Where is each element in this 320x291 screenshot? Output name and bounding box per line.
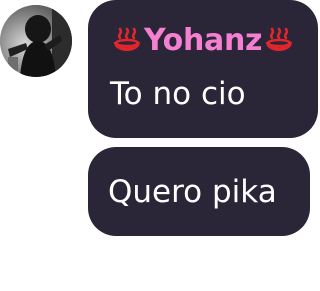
message-bubble[interactable]: Quero pika — [88, 147, 310, 236]
sender-name[interactable]: Yohanz — [144, 22, 263, 60]
hot-springs-icon — [266, 27, 293, 51]
sender-row: Yohanz — [110, 22, 302, 60]
hot-springs-icon — [114, 27, 140, 51]
message-text: Quero pika — [108, 173, 277, 210]
message-text: To no cio — [110, 76, 246, 112]
avatar-photo — [0, 5, 72, 77]
chat-thread: Yohanz To no cio Quero pika — [0, 0, 320, 291]
message-bubble[interactable]: Yohanz To no cio — [88, 0, 318, 138]
avatar[interactable] — [0, 5, 72, 77]
